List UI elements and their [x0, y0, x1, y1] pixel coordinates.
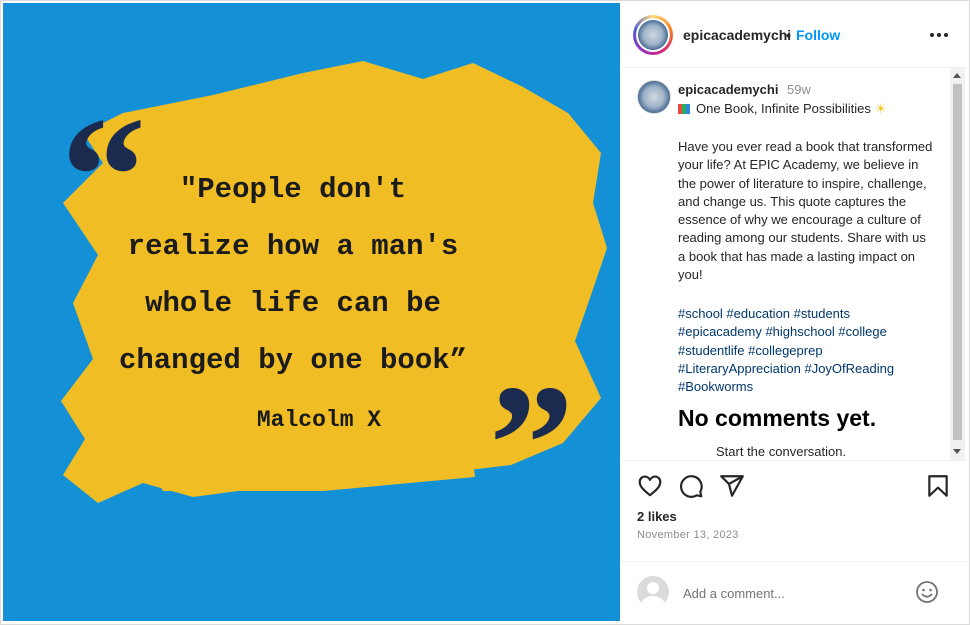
quote-author: Malcolm X [256, 407, 382, 433]
caption-title-text: One Book, Infinite Possibilities [696, 101, 871, 116]
hashtag-line[interactable]: #LiteraryAppreciation #JoyOfReading [678, 360, 934, 378]
heart-icon[interactable] [637, 473, 663, 499]
quote-line: "People don't [179, 173, 407, 206]
add-comment-input[interactable] [683, 583, 903, 603]
sun-emoji-icon: ☀ [874, 101, 887, 116]
caption-hashtags: #school #education #students #epicacadem… [678, 305, 934, 396]
story-avatar[interactable] [633, 15, 673, 55]
emoji-icon[interactable] [915, 580, 939, 604]
post-header: epicacademychi • Follow [621, 3, 967, 68]
add-comment-row [621, 561, 967, 622]
books-emoji-icon [678, 104, 690, 114]
hashtag-line[interactable]: #school #education #students [678, 305, 934, 323]
follow-button[interactable]: Follow [796, 27, 840, 43]
caption-timestamp[interactable]: 59w [787, 82, 811, 97]
hashtag-line[interactable]: #studentlife #collegeprep [678, 342, 934, 360]
comments-section: epicacademychi 59w One Book, Infinite Po… [621, 68, 967, 461]
header-username[interactable]: epicacademychi [683, 27, 791, 43]
likes-count[interactable]: 2 likes [637, 509, 677, 524]
more-horizontal-icon[interactable] [927, 25, 951, 45]
post-image[interactable]: “ ” "People don't realize how a man's wh… [3, 3, 620, 621]
avatar [638, 20, 668, 50]
send-icon[interactable] [719, 473, 745, 499]
start-conversation-text: Start the conversation. [716, 444, 847, 459]
quote-line: realize how a man's [127, 230, 459, 263]
comments-scrollbar[interactable] [950, 68, 965, 460]
hashtag-line[interactable]: #Bookworms [678, 378, 934, 396]
scroll-up-arrow-icon[interactable] [953, 73, 961, 78]
caption-avatar[interactable] [637, 80, 671, 114]
bookmark-icon[interactable] [925, 473, 951, 499]
post-date[interactable]: November 13, 2023 [637, 529, 739, 541]
scrollbar-thumb[interactable] [953, 84, 962, 440]
hashtag-line[interactable]: #epicacademy #highschool #college [678, 323, 934, 341]
caption-username[interactable]: epicacademychi [678, 82, 778, 97]
comment-icon[interactable] [678, 473, 704, 499]
quote-line: whole life can be [145, 287, 441, 320]
action-bar [621, 461, 967, 511]
close-quote-mark: ” [489, 350, 574, 538]
no-comments-title: No comments yet. [678, 405, 877, 431]
quote-line: changed by one book” [118, 344, 468, 377]
caption-body: Have you ever read a book that transform… [678, 139, 933, 283]
post-sidebar: epicacademychi • Follow epicacademychi 5… [621, 3, 967, 621]
scroll-down-arrow-icon[interactable] [953, 449, 961, 454]
quote-text: "People don't realize how a man's whole … [93, 161, 493, 389]
caption-title: One Book, Infinite Possibilities ☀ [678, 101, 887, 117]
header-separator: • [786, 27, 791, 43]
current-user-avatar [637, 576, 669, 608]
